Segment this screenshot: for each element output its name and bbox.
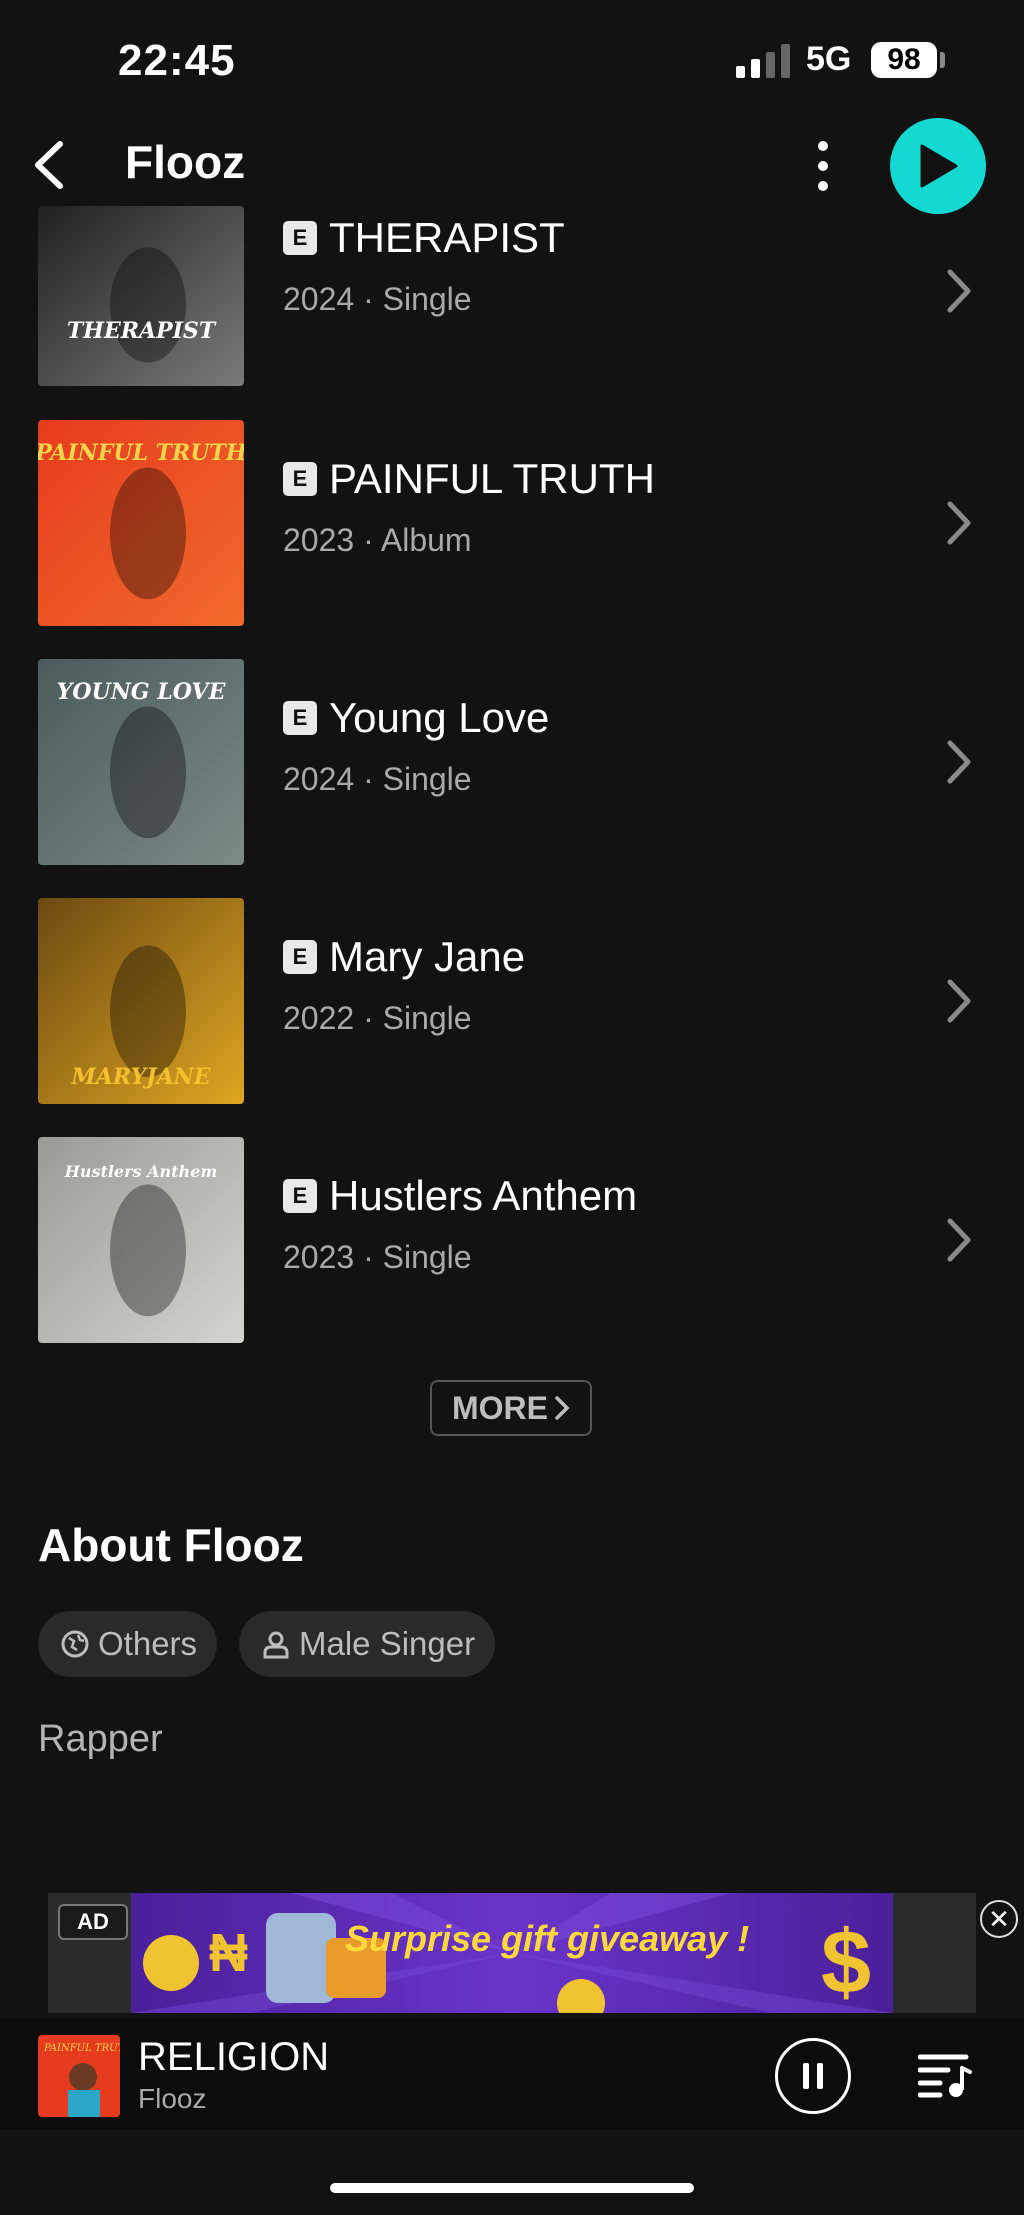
signal-icon: [736, 44, 790, 78]
explicit-badge: E: [283, 1179, 317, 1213]
chevron-right-icon[interactable]: [944, 1215, 974, 1265]
now-playing-artwork: PAINFUL TRUTH: [38, 2035, 120, 2117]
release-row[interactable]: Hustlers Anthem E Hustlers Anthem 2023 ·…: [0, 1137, 1024, 1345]
release-cover[interactable]: PAINFUL TRUTH: [38, 420, 244, 626]
release-cover-text: MARYJANE: [70, 1064, 211, 1090]
chevron-right-icon[interactable]: [944, 266, 974, 316]
release-row[interactable]: THERAPIST E THERAPIST 2024 · Single: [0, 206, 1024, 414]
release-artwork: YOUNG LOVE: [38, 659, 244, 865]
explicit-badge: E: [283, 940, 317, 974]
genre-chip-label: Others: [98, 1625, 198, 1662]
release-title: PAINFUL TRUTH: [329, 455, 655, 502]
more-options-icon[interactable]: [808, 138, 838, 194]
more-label: MORE: [452, 1389, 548, 1426]
about-title: About Flooz: [38, 1519, 304, 1571]
release-cover-text: Hustlers Anthem: [64, 1162, 218, 1181]
release-cover-text: YOUNG LOVE: [57, 679, 227, 705]
ad-label: AD: [58, 1904, 128, 1940]
page-title: Flooz: [125, 136, 246, 188]
release-cover-text: PAINFUL TRUTH: [38, 440, 244, 466]
chevron-right-icon[interactable]: [944, 737, 974, 787]
artist-description: Rapper: [38, 1718, 163, 1760]
explicit-badge: E: [283, 462, 317, 496]
release-title-line: E Young Love: [283, 694, 549, 742]
release-title: Hustlers Anthem: [329, 1172, 638, 1219]
svg-text:$: $: [821, 1913, 871, 2013]
release-artwork: Hustlers Anthem: [38, 1137, 244, 1343]
chevron-right-icon[interactable]: [944, 498, 974, 548]
status-time: 22:45: [118, 36, 236, 85]
battery-icon: 98: [871, 42, 937, 78]
ad-close-button[interactable]: ✕: [980, 1900, 1018, 1938]
release-title: THERAPIST: [329, 214, 565, 261]
chevron-right-icon[interactable]: [944, 976, 974, 1026]
release-cover[interactable]: THERAPIST: [38, 206, 244, 386]
release-meta: 2023 · Album: [283, 522, 472, 558]
release-artwork: THERAPIST: [38, 206, 244, 386]
queue-icon[interactable]: [918, 2052, 972, 2098]
release-title: Mary Jane: [329, 933, 526, 980]
release-artwork: MARYJANE: [38, 898, 244, 1104]
artist-type-chip-label: Male Singer: [299, 1625, 476, 1662]
release-row[interactable]: PAINFUL TRUTH E PAINFUL TRUTH 2023 · Alb…: [0, 420, 1024, 628]
release-title-line: E Mary Jane: [283, 933, 525, 981]
release-cover-text: THERAPIST: [67, 318, 217, 344]
chevron-right-icon: [555, 1396, 570, 1420]
pause-icon: [803, 2063, 823, 2089]
globe-icon: [61, 1630, 89, 1658]
explicit-badge: E: [283, 701, 317, 735]
now-playing-artist: Flooz: [138, 2083, 207, 2114]
more-button[interactable]: MORE: [430, 1380, 592, 1436]
ad-headline: Surprise gift giveaway !: [345, 1918, 750, 1959]
release-cover[interactable]: Hustlers Anthem: [38, 1137, 244, 1343]
release-row[interactable]: MARYJANE E Mary Jane 2022 · Single: [0, 898, 1024, 1106]
explicit-badge: E: [283, 221, 317, 255]
release-title-line: E Hustlers Anthem: [283, 1172, 637, 1220]
release-title: Young Love: [329, 694, 550, 741]
release-cover[interactable]: YOUNG LOVE: [38, 659, 244, 865]
release-title-line: E THERAPIST: [283, 214, 565, 262]
svg-text:₦: ₦: [209, 1923, 248, 1983]
home-indicator: [330, 2183, 694, 2193]
release-meta: 2023 · Single: [283, 1239, 472, 1275]
play-all-button[interactable]: [890, 118, 986, 214]
release-row[interactable]: YOUNG LOVE E Young Love 2024 · Single: [0, 659, 1024, 867]
back-icon[interactable]: [30, 140, 70, 190]
artist-type-chip[interactable]: Male Singer: [239, 1611, 496, 1677]
close-icon: ✕: [988, 1903, 1010, 1934]
release-meta: 2022 · Single: [283, 1000, 472, 1036]
release-cover[interactable]: MARYJANE: [38, 898, 244, 1104]
now-playing-cover-text: PAINFUL TRUTH: [43, 2043, 120, 2054]
release-meta: 2024 · Single: [283, 281, 472, 317]
now-playing-title: RELIGION: [138, 2035, 330, 2079]
release-meta: 2024 · Single: [283, 761, 472, 797]
release-artwork: PAINFUL TRUTH: [38, 420, 244, 626]
genre-chip[interactable]: Others: [38, 1611, 218, 1677]
now-playing-cover[interactable]: PAINFUL TRUTH: [38, 2035, 120, 2117]
battery-nub: [940, 52, 945, 68]
play-icon: [920, 144, 958, 188]
pause-button[interactable]: [775, 2038, 851, 2114]
release-title-line: E PAINFUL TRUTH: [283, 455, 655, 503]
network-label: 5G: [806, 40, 852, 78]
person-icon: [263, 1631, 289, 1659]
